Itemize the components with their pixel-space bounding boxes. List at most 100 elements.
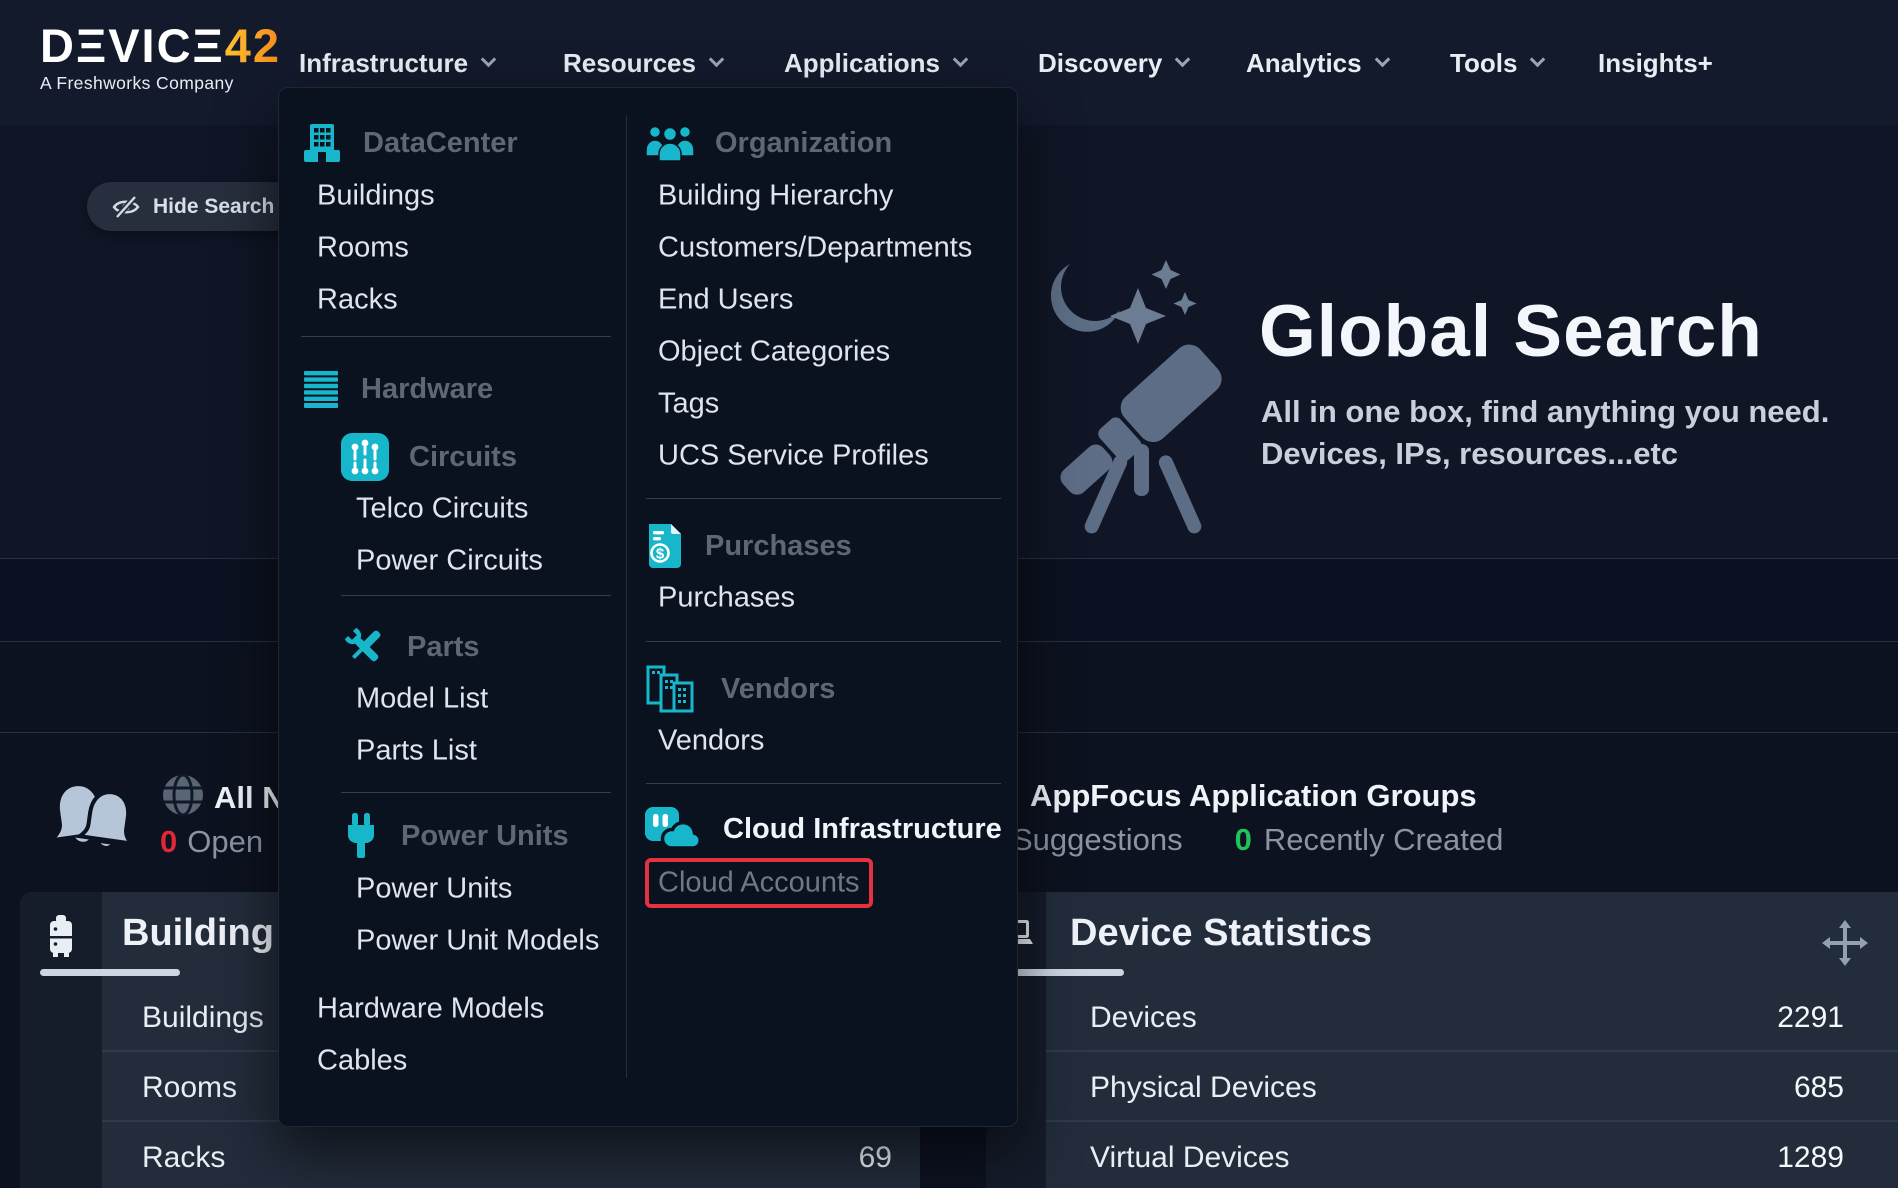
menu-header-datacenter: DataCenter — [301, 122, 518, 164]
move-icon[interactable] — [1820, 918, 1870, 968]
menu-item-buildings[interactable]: Buildings — [317, 180, 435, 213]
menu-divider — [646, 498, 1001, 499]
menu-divider — [646, 783, 1001, 784]
chevron-down-icon — [1175, 51, 1191, 67]
menu-item-power-units[interactable]: Power Units — [356, 873, 512, 906]
active-tab-indicator — [1006, 969, 1124, 976]
menu-header-purchases: $ Purchases — [645, 522, 852, 570]
notification-bells-icon — [50, 776, 142, 860]
menu-item-building-hierarchy[interactable]: Building Hierarchy — [658, 180, 893, 213]
menu-item-vendors[interactable]: Vendors — [658, 725, 764, 758]
nav-infrastructure[interactable]: Infrastructure — [299, 40, 494, 86]
recently-created-label: Recently Created — [1264, 822, 1504, 858]
infrastructure-menu: DataCenter Buildings Rooms Racks Hardwar… — [278, 87, 1018, 1127]
logo-number: 42 — [225, 19, 281, 72]
row-value: 69 — [859, 1141, 892, 1175]
nav-tools[interactable]: Tools — [1450, 40, 1543, 86]
chevron-down-icon — [953, 51, 969, 67]
menu-column-divider — [626, 116, 627, 1078]
nav-resources[interactable]: Resources — [563, 40, 722, 86]
menu-divider — [341, 792, 611, 793]
people-icon — [645, 124, 695, 162]
nav-label: Insights+ — [1598, 48, 1713, 79]
hardware-stack-icon — [301, 369, 341, 409]
appfocus-sub-row[interactable]: Suggestions 0 Recently Created — [1012, 822, 1503, 858]
section-label: DataCenter — [363, 127, 518, 160]
device42-app: Hide Search Global Search All in one box… — [0, 0, 1898, 1188]
device-statistics-panel: Device Statistics Devices 2291 Physical … — [986, 892, 1898, 1188]
device-statistics-title: Device Statistics — [1070, 912, 1372, 955]
hide-search-button[interactable]: Hide Search — [87, 182, 298, 231]
table-row[interactable]: Virtual Devices 1289 — [1046, 1126, 1898, 1188]
menu-header-organization: Organization — [645, 124, 892, 162]
row-label: Devices — [1090, 1001, 1197, 1035]
open-label: Open — [187, 824, 263, 860]
open-count: 0 — [160, 824, 177, 860]
logo-tagline: A Freshworks Company — [40, 73, 281, 94]
menu-item-end-users[interactable]: End Users — [658, 284, 793, 317]
global-search-subtitle-2: Devices, IPs, resources...etc — [1261, 436, 1678, 472]
section-label: Parts — [407, 631, 480, 664]
menu-item-rooms[interactable]: Rooms — [317, 232, 409, 265]
invoice-icon: $ — [645, 522, 685, 570]
menu-item-cloud-accounts[interactable]: Cloud Accounts — [658, 867, 860, 900]
menu-item-racks[interactable]: Racks — [317, 284, 398, 317]
chevron-down-icon — [481, 51, 497, 67]
nav-label: Infrastructure — [299, 48, 468, 79]
appfocus-title[interactable]: AppFocus Application Groups — [1030, 778, 1477, 814]
open-notifications[interactable]: 0 Open — [160, 824, 263, 860]
menu-item-parts-list[interactable]: Parts List — [356, 735, 477, 768]
eye-off-icon — [111, 192, 141, 222]
row-value: 2291 — [1777, 1001, 1844, 1035]
section-label: Hardware — [361, 373, 493, 406]
menu-item-object-categories[interactable]: Object Categories — [658, 336, 890, 369]
nav-label: Analytics — [1246, 48, 1362, 79]
logo-text: DΞVICΞ — [40, 19, 225, 72]
circuits-icon — [341, 433, 389, 481]
menu-item-customers-departments[interactable]: Customers/Departments — [658, 232, 972, 265]
nav-insights[interactable]: Insights+ — [1598, 40, 1713, 86]
nav-analytics[interactable]: Analytics — [1246, 40, 1388, 86]
section-label: Purchases — [705, 530, 852, 563]
power-plug-icon — [341, 812, 381, 860]
menu-item-tags[interactable]: Tags — [658, 388, 719, 421]
menu-divider — [646, 641, 1001, 642]
chevron-down-icon — [1530, 51, 1546, 67]
nav-discovery[interactable]: Discovery — [1038, 40, 1188, 86]
moon-icon — [1051, 264, 1120, 332]
row-separator — [1046, 1050, 1898, 1052]
menu-header-hardware: Hardware — [301, 369, 493, 409]
menu-item-ucs-service-profiles[interactable]: UCS Service Profiles — [658, 440, 929, 473]
nav-label: Tools — [1450, 48, 1517, 79]
table-row[interactable]: Devices 2291 — [1046, 986, 1898, 1050]
panel-icon-strip — [20, 892, 102, 1188]
menu-item-cables[interactable]: Cables — [317, 1045, 407, 1078]
sparkle-icon — [1174, 292, 1197, 315]
device42-logo[interactable]: DΞVICΞ42 A Freshworks Company — [40, 22, 281, 94]
chevron-down-icon — [709, 51, 725, 67]
menu-divider — [301, 336, 611, 337]
row-label: Buildings — [142, 1001, 264, 1035]
row-value: 685 — [1794, 1071, 1844, 1105]
menu-item-purchases[interactable]: Purchases — [658, 582, 795, 615]
active-tab-indicator — [40, 969, 180, 976]
nav-applications[interactable]: Applications — [784, 40, 966, 86]
menu-item-hardware-models[interactable]: Hardware Models — [317, 993, 544, 1026]
row-value: 1289 — [1777, 1141, 1844, 1175]
section-label: Cloud Infrastructure — [723, 813, 1002, 846]
menu-header-power-units: Power Units — [341, 812, 569, 860]
table-row[interactable]: Racks 69 — [102, 1126, 920, 1188]
section-label: Power Units — [401, 820, 569, 853]
menu-header-circuits: Circuits — [341, 433, 517, 481]
nav-label: Discovery — [1038, 48, 1162, 79]
menu-item-telco-circuits[interactable]: Telco Circuits — [356, 493, 528, 526]
menu-header-cloud-infrastructure: Cloud Infrastructure — [645, 807, 1002, 851]
building-icon — [301, 122, 343, 164]
telescope-illustration — [1032, 248, 1258, 554]
table-row[interactable]: Physical Devices 685 — [1046, 1056, 1898, 1120]
menu-item-power-circuits[interactable]: Power Circuits — [356, 545, 543, 578]
rack-icon — [47, 914, 75, 958]
menu-item-power-unit-models[interactable]: Power Unit Models — [356, 925, 599, 958]
menu-item-model-list[interactable]: Model List — [356, 683, 488, 716]
row-label: Virtual Devices — [1090, 1141, 1290, 1175]
